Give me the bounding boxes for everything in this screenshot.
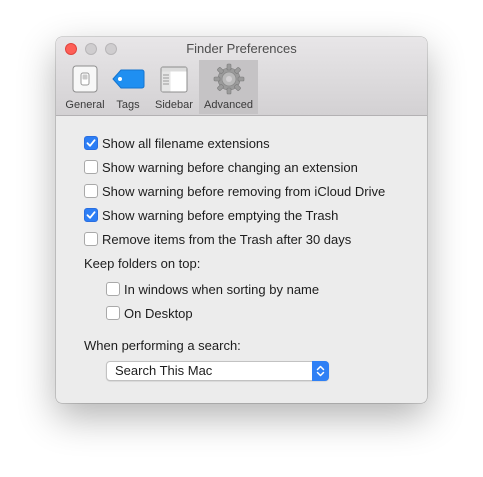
checkmark-icon xyxy=(86,211,96,219)
option-folders-top-desktop[interactable]: On Desktop xyxy=(106,304,193,322)
checkbox-unchecked[interactable] xyxy=(106,282,120,296)
tab-sidebar[interactable]: Sidebar xyxy=(149,60,199,114)
option-warn-empty-trash[interactable]: Show warning before emptying the Trash xyxy=(84,206,338,224)
checkbox-unchecked[interactable] xyxy=(106,306,120,320)
window-title: Finder Preferences xyxy=(186,41,297,56)
search-scope-select[interactable]: Search This Mac xyxy=(106,361,329,381)
tab-advanced[interactable]: Advanced xyxy=(199,60,258,114)
keep-folders-heading: Keep folders on top: xyxy=(84,256,201,271)
option-label: Show all filename extensions xyxy=(102,135,270,151)
tab-tags-label: Tags xyxy=(116,99,140,111)
finder-preferences-window: Finder Preferences General Tags Sidebar … xyxy=(56,37,427,403)
option-warn-icloud-remove[interactable]: Show warning before removing from iCloud… xyxy=(84,182,385,200)
option-label: Show warning before removing from iCloud… xyxy=(102,183,386,199)
tab-general[interactable]: General xyxy=(61,60,109,114)
option-label: Remove items from the Trash after 30 day… xyxy=(102,231,352,247)
option-label: Show warning before emptying the Trash xyxy=(102,207,339,223)
sidebar-icon xyxy=(157,62,191,96)
checkmark-icon xyxy=(86,139,96,147)
option-folders-top-windows[interactable]: In windows when sorting by name xyxy=(106,280,319,298)
checkbox-unchecked[interactable] xyxy=(84,232,98,246)
option-remove-trash-30-days[interactable]: Remove items from the Trash after 30 day… xyxy=(84,230,351,248)
toolbar: Finder Preferences General Tags Sidebar … xyxy=(56,37,427,116)
option-warn-extension-change[interactable]: Show warning before changing an extensio… xyxy=(84,158,358,176)
checkbox-checked[interactable] xyxy=(84,208,98,222)
option-label: Show warning before changing an extensio… xyxy=(102,159,358,175)
search-scope-heading: When performing a search: xyxy=(84,338,241,353)
tab-sidebar-label: Sidebar xyxy=(155,99,193,111)
option-label: In windows when sorting by name xyxy=(124,281,320,297)
checkbox-unchecked[interactable] xyxy=(84,184,98,198)
general-switch-icon xyxy=(68,62,102,96)
search-scope-value: Search This Mac xyxy=(115,363,213,378)
checkbox-checked[interactable] xyxy=(84,136,98,150)
gear-icon xyxy=(212,62,246,96)
tab-tags[interactable]: Tags xyxy=(109,60,147,114)
option-show-extensions[interactable]: Show all filename extensions xyxy=(84,134,270,152)
option-label: On Desktop xyxy=(124,305,193,321)
tab-advanced-label: Advanced xyxy=(204,99,253,111)
tag-icon xyxy=(111,62,145,96)
tab-general-label: General xyxy=(65,99,105,111)
chevron-up-down-icon xyxy=(312,361,329,381)
checkbox-unchecked[interactable] xyxy=(84,160,98,174)
